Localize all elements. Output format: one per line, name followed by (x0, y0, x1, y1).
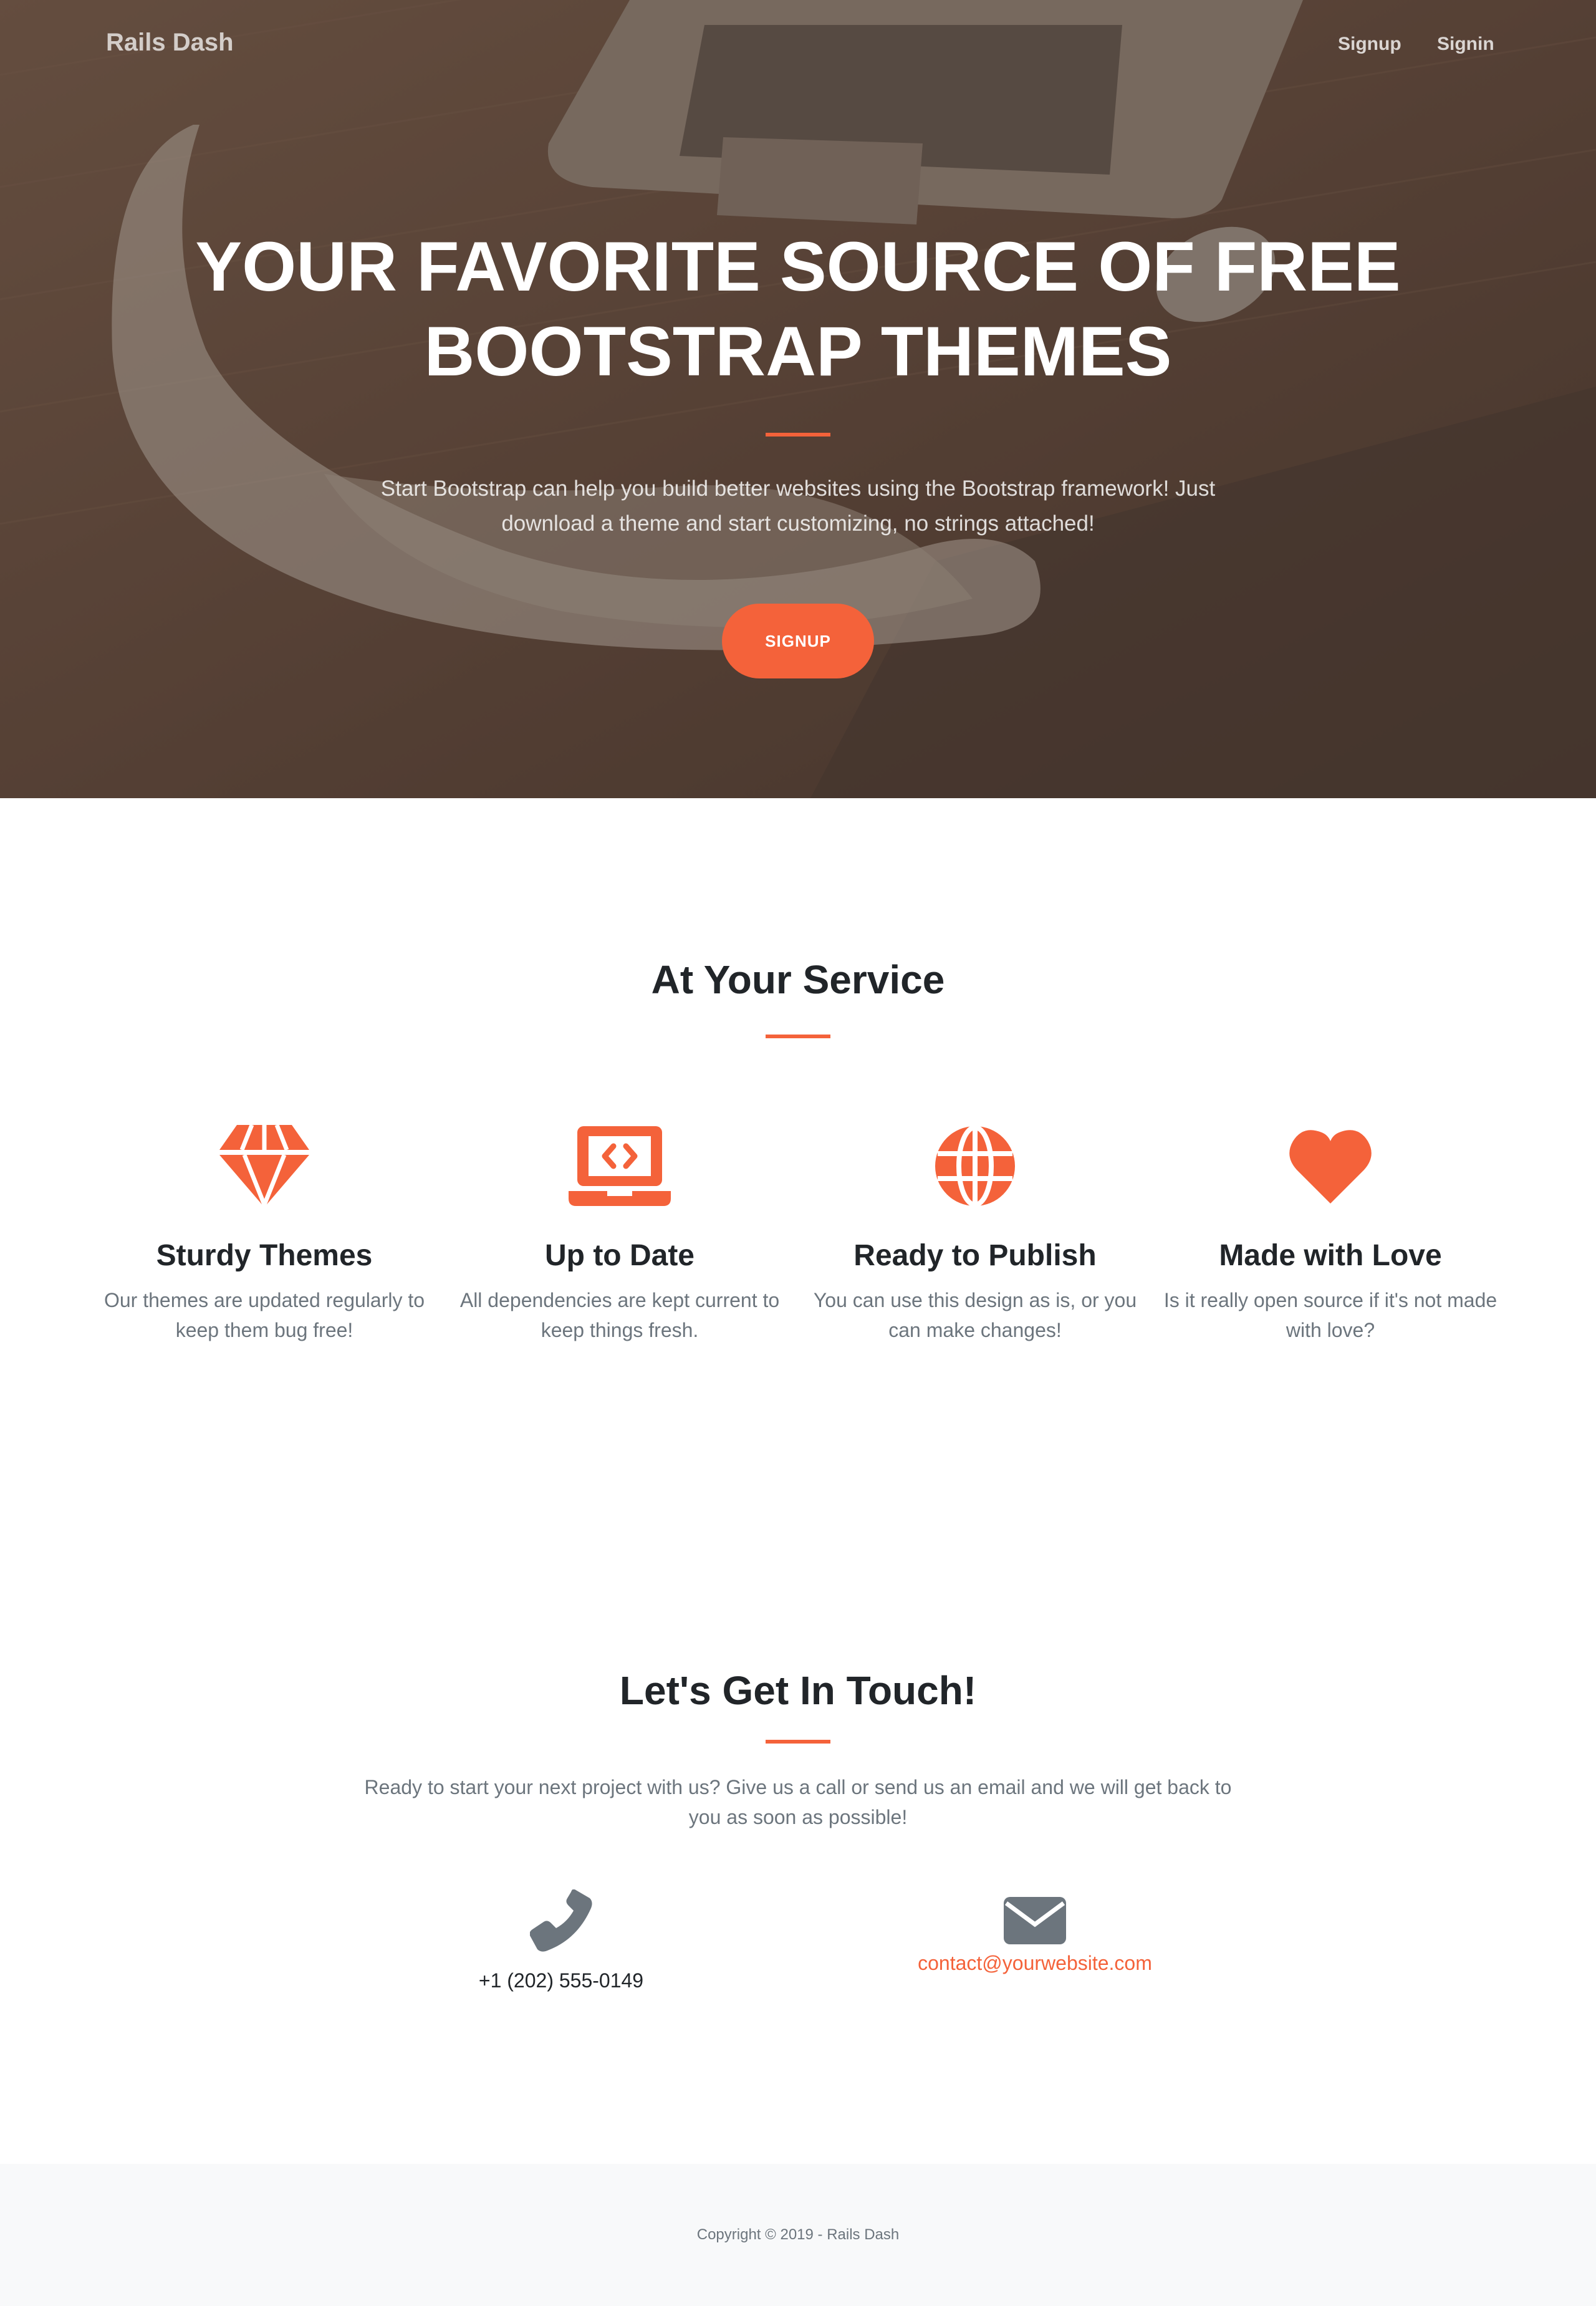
services-section: At Your Service Sturdy Themes Our themes… (0, 798, 1596, 1615)
heart-icon (1156, 1122, 1505, 1210)
nav-signin-link[interactable]: Signin (1437, 34, 1494, 55)
envelope-icon (848, 1889, 1222, 1952)
hero-divider (766, 433, 830, 437)
nav-signup-link[interactable]: Signup (1338, 34, 1401, 55)
service-title: Sturdy Themes (156, 1239, 373, 1272)
service-text: All dependencies are kept current to kee… (459, 1289, 780, 1341)
hero-section: Rails Dash Signup Signin YOUR FAVORITE S… (0, 0, 1596, 798)
brand-logo-link[interactable]: Rails Dash (106, 29, 234, 57)
service-text: Is it really open source if it's not mad… (1163, 1289, 1497, 1341)
service-card-sturdy-themes: Sturdy Themes Our themes are updated reg… (90, 1122, 439, 1345)
hero-title-line-2: BOOTSTRAP THEMES (424, 312, 1172, 390)
services-title: At Your Service (651, 957, 945, 1002)
navbar: Rails Dash Signup Signin (0, 0, 1596, 91)
service-text: You can use this design as is, or you ca… (813, 1289, 1137, 1341)
contact-divider (766, 1740, 830, 1744)
email-link[interactable]: contact@yourwebsite.com (918, 1952, 1152, 1974)
service-title: Up to Date (545, 1239, 695, 1272)
laptop-code-icon (445, 1122, 794, 1210)
hero-signup-button[interactable]: SIGNUP (722, 604, 874, 678)
hero-content: YOUR FAVORITE SOURCE OF FREE BOOTSTRAP T… (0, 224, 1596, 678)
contact-title: Let's Get In Touch! (619, 1668, 977, 1713)
gem-icon (90, 1122, 439, 1210)
hero-subtitle: Start Bootstrap can help you build bette… (380, 476, 1216, 536)
contact-text: Ready to start your next project with us… (364, 1776, 1232, 1828)
globe-icon (800, 1122, 1150, 1210)
contact-section: Let's Get In Touch! Ready to start your … (0, 1615, 1596, 2164)
service-card-ready-to-publish: Ready to Publish You can use this design… (800, 1122, 1150, 1345)
services-divider (766, 1035, 830, 1038)
service-text: Our themes are updated regularly to keep… (103, 1289, 425, 1341)
hero-title-line-1: YOUR FAVORITE SOURCE OF FREE (195, 228, 1401, 306)
service-title: Ready to Publish (853, 1239, 1097, 1272)
phone-number: +1 (202) 555-0149 (478, 1969, 644, 1992)
service-title: Made with Love (1219, 1239, 1442, 1272)
hero-title: YOUR FAVORITE SOURCE OF FREE BOOTSTRAP T… (0, 224, 1596, 394)
service-card-up-to-date: Up to Date All dependencies are kept cur… (445, 1122, 794, 1345)
service-card-made-with-love: Made with Love Is it really open source … (1156, 1122, 1505, 1345)
footer-copyright: Copyright © 2019 - Rails Dash (696, 2226, 900, 2243)
contact-phone: +1 (202) 555-0149 (374, 1889, 748, 1992)
contact-email: contact@yourwebsite.com (848, 1889, 1222, 1975)
phone-icon (374, 1889, 748, 1952)
footer: Copyright © 2019 - Rails Dash (0, 2164, 1596, 2306)
